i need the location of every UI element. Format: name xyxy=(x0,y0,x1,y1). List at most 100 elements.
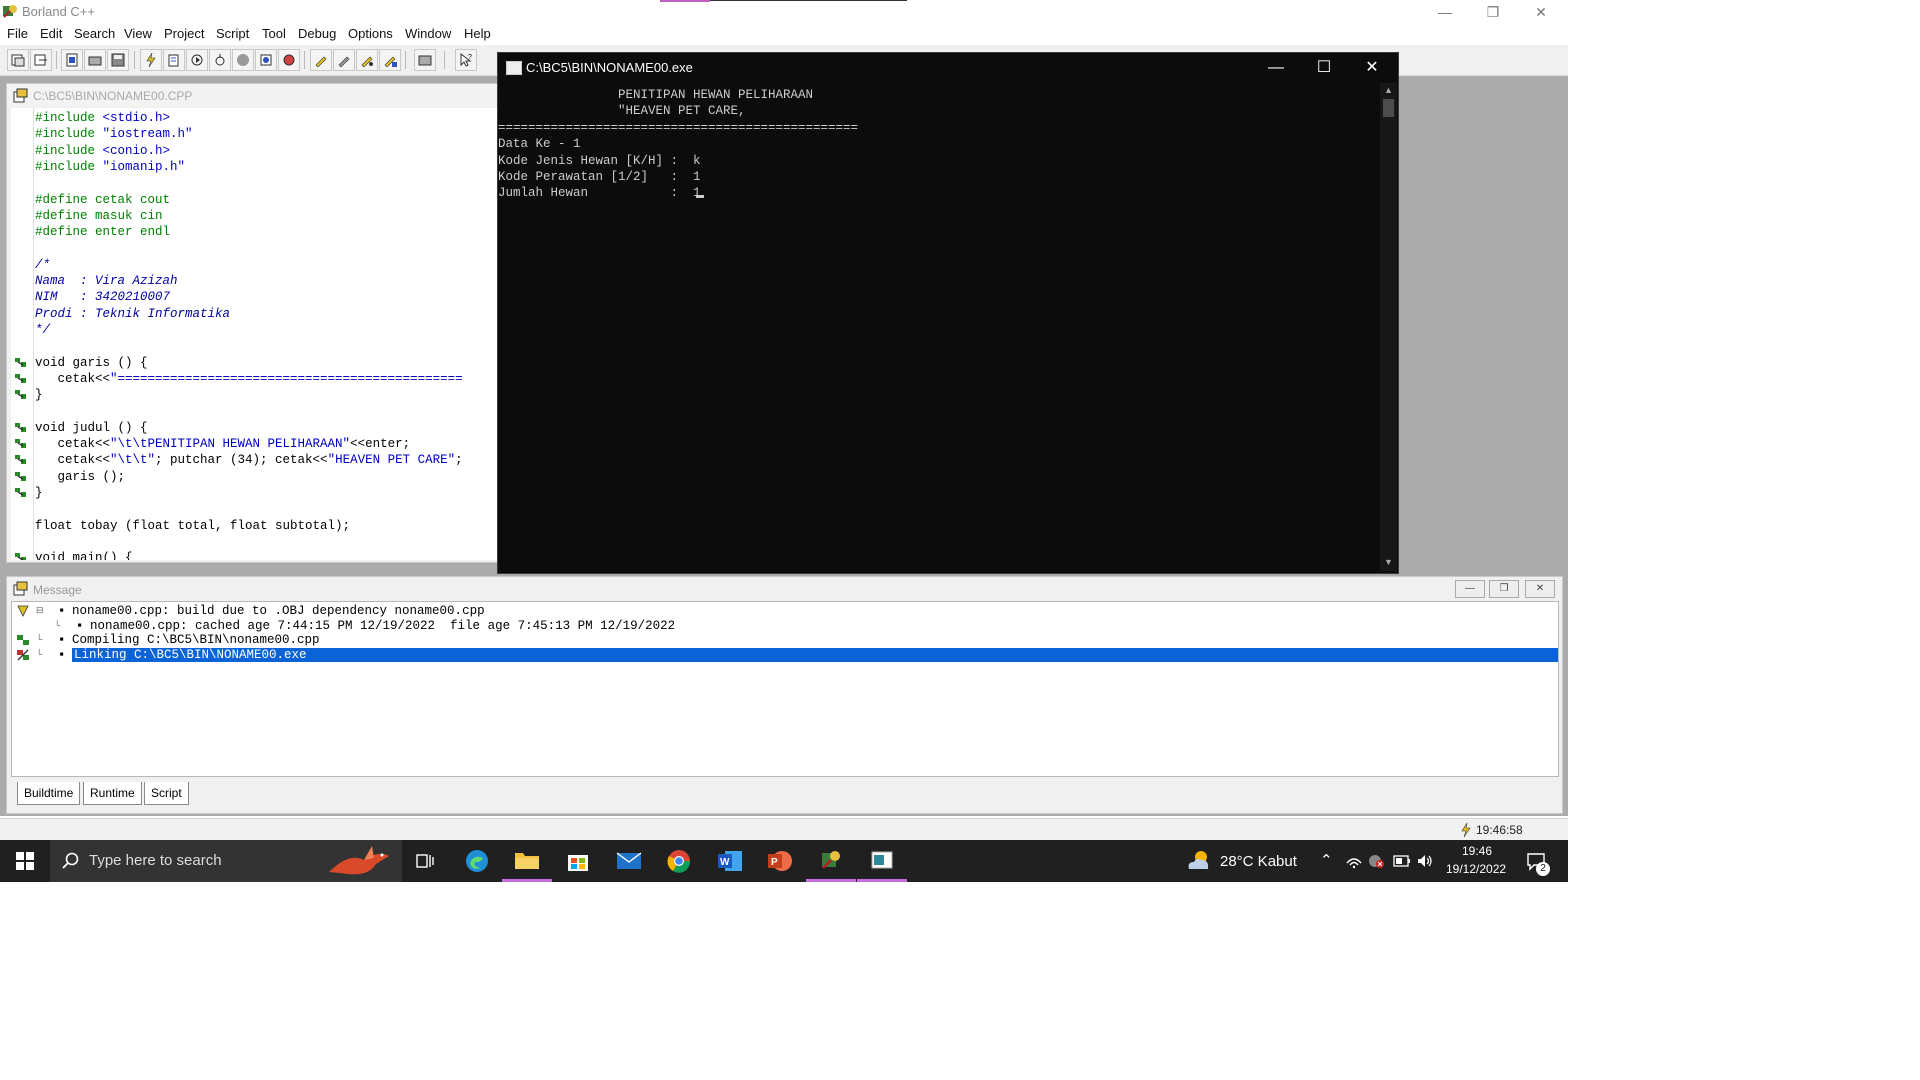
reset-icon[interactable] xyxy=(278,49,300,71)
code-line[interactable]: Prodi : Teknik Informatika xyxy=(35,306,230,322)
volume-icon[interactable] xyxy=(1416,853,1434,869)
scroll-up-icon[interactable]: ▲ xyxy=(1384,85,1393,95)
close-button[interactable]: ✕ xyxy=(1518,0,1564,24)
menu-options[interactable]: Options xyxy=(348,26,393,41)
chrome-button[interactable] xyxy=(654,840,704,882)
breakpoint-marker-icon[interactable] xyxy=(13,453,29,467)
code-line[interactable]: NIM : 3420210007 xyxy=(35,289,170,305)
menu-window[interactable]: Window xyxy=(405,26,451,41)
code-line[interactable]: #include "iomanip.h" xyxy=(35,159,185,175)
evaluate-icon[interactable] xyxy=(356,49,378,71)
minimize-button[interactable]: — xyxy=(1422,0,1468,24)
message-line[interactable]: noname00.cpp: build due to .OBJ dependen… xyxy=(72,604,485,618)
store-button[interactable] xyxy=(553,840,603,882)
message-line[interactable]: Compiling C:\BC5\BIN\noname00.cpp xyxy=(72,633,320,647)
clock-date[interactable]: 19/12/2022 xyxy=(1446,862,1506,876)
edge-button[interactable] xyxy=(452,840,502,882)
breakpoint-marker-icon[interactable] xyxy=(13,470,29,484)
message-line[interactable]: Linking C:\BC5\BIN\NONAME00.exe xyxy=(72,647,1558,662)
code-line[interactable]: void judul () { xyxy=(35,420,148,436)
message-close-button[interactable]: ✕ xyxy=(1525,580,1555,598)
code-line[interactable]: #include <conio.h> xyxy=(35,143,170,159)
console-minimize-button[interactable]: — xyxy=(1252,53,1300,83)
file-explorer-button[interactable] xyxy=(502,840,552,882)
message-list[interactable]: ⊟ ▪ noname00.cpp: build due to .OBJ depend… xyxy=(11,601,1559,777)
menu-edit[interactable]: Edit xyxy=(40,26,62,41)
taskbar-search-box[interactable]: Type here to search xyxy=(50,840,402,882)
message-maximize-button[interactable]: ❐ xyxy=(1489,580,1519,598)
breakpoint-marker-icon[interactable] xyxy=(13,356,29,370)
breakpoint-marker-icon[interactable] xyxy=(13,372,29,386)
menu-help[interactable]: Help xyxy=(464,26,491,41)
menu-script[interactable]: Script xyxy=(216,26,249,41)
browse-icon[interactable] xyxy=(414,49,436,71)
code-line[interactable]: */ xyxy=(35,322,50,338)
mail-button[interactable] xyxy=(604,840,654,882)
code-line[interactable]: } xyxy=(35,485,43,501)
menu-project[interactable]: Project xyxy=(164,26,204,41)
code-line[interactable]: } xyxy=(35,387,43,403)
menu-tool[interactable]: Tool xyxy=(262,26,286,41)
code-line[interactable]: Nama : Vira Azizah xyxy=(35,273,178,289)
code-line[interactable]: void garis () { xyxy=(35,355,148,371)
breakpoint-icon[interactable] xyxy=(310,49,332,71)
weather-icon[interactable] xyxy=(1185,849,1213,873)
code-line[interactable]: cetak<<"\t\tPENITIPAN HEWAN PELIHARAAN"<… xyxy=(35,436,411,452)
chevron-up-icon[interactable]: ⌃ xyxy=(1320,851,1333,869)
message-line[interactable]: noname00.cpp: cached age 7:44:15 PM 12/1… xyxy=(90,619,675,633)
code-line[interactable]: cetak<<"\t\t"; putchar (34); cetak<<"HEA… xyxy=(35,452,463,468)
security-alert-icon[interactable] xyxy=(1367,853,1385,869)
tab-buildtime[interactable]: Buildtime xyxy=(17,782,81,805)
code-line[interactable]: #include "iostream.h" xyxy=(35,126,193,142)
code-line[interactable]: /* xyxy=(35,257,50,273)
breakpoint-marker-icon[interactable] xyxy=(13,551,29,560)
console-output[interactable]: PENITIPAN HEWAN PELIHARAAN "HEAVEN PET C… xyxy=(498,83,1378,571)
code-line[interactable]: #define masuk cin xyxy=(35,208,163,224)
step-over-icon[interactable] xyxy=(209,49,231,71)
code-line[interactable]: void main() { xyxy=(35,550,133,560)
breakpoint-marker-icon[interactable] xyxy=(13,388,29,402)
code-editor[interactable]: #include <stdio.h> #include "iostream.h" #… xyxy=(11,108,499,560)
console-close-button[interactable]: ✕ xyxy=(1348,53,1396,83)
console-scroll-thumb[interactable] xyxy=(1383,99,1394,117)
console-maximize-button[interactable]: ☐ xyxy=(1300,53,1348,83)
battery-icon[interactable] xyxy=(1393,854,1411,868)
inspect-icon[interactable] xyxy=(333,49,355,71)
new-file-icon[interactable] xyxy=(61,49,83,71)
wifi-icon[interactable] xyxy=(1345,853,1363,869)
trace-into-icon[interactable] xyxy=(232,49,254,71)
console-scrollbar[interactable]: ▲ ▼ xyxy=(1380,83,1397,571)
code-line[interactable]: cetak<<"================================… xyxy=(35,371,463,387)
code-line[interactable]: garis (); xyxy=(35,469,126,485)
breakpoint-marker-icon[interactable] xyxy=(13,437,29,451)
tab-script[interactable]: Script xyxy=(144,782,189,805)
help-pointer-icon[interactable]: ? xyxy=(455,49,477,71)
build-icon[interactable] xyxy=(163,49,185,71)
code-line[interactable]: float tobay (float total, float subtotal… xyxy=(35,518,350,534)
restore-button[interactable]: ❐ xyxy=(1470,0,1516,24)
stop-icon[interactable] xyxy=(255,49,277,71)
code-line[interactable]: #define cetak cout xyxy=(35,192,170,208)
make-icon[interactable] xyxy=(140,49,162,71)
powerpoint-button[interactable]: P xyxy=(755,840,805,882)
run-icon[interactable] xyxy=(186,49,208,71)
open-file-icon[interactable] xyxy=(84,49,106,71)
clock-time[interactable]: 19:46 xyxy=(1462,844,1492,858)
start-button[interactable] xyxy=(0,840,50,882)
watch-icon[interactable] xyxy=(379,49,401,71)
code-line[interactable]: #define enter endl xyxy=(35,224,170,240)
breakpoint-marker-icon[interactable] xyxy=(13,486,29,500)
open-project-icon[interactable] xyxy=(30,49,52,71)
borland-taskbar-button[interactable] xyxy=(806,840,856,882)
new-project-icon[interactable] xyxy=(7,49,29,71)
word-button[interactable]: W xyxy=(705,840,755,882)
message-minimize-button[interactable]: — xyxy=(1455,580,1485,598)
borland-app-icon[interactable] xyxy=(2,3,18,19)
menu-debug[interactable]: Debug xyxy=(298,26,336,41)
tab-runtime[interactable]: Runtime xyxy=(83,782,142,805)
task-view-button[interactable] xyxy=(400,840,450,882)
menu-view[interactable]: View xyxy=(124,26,152,41)
tree-collapse-icon[interactable]: ⊟ xyxy=(36,605,46,615)
breakpoint-marker-icon[interactable] xyxy=(13,421,29,435)
console-taskbar-button[interactable] xyxy=(857,840,907,882)
